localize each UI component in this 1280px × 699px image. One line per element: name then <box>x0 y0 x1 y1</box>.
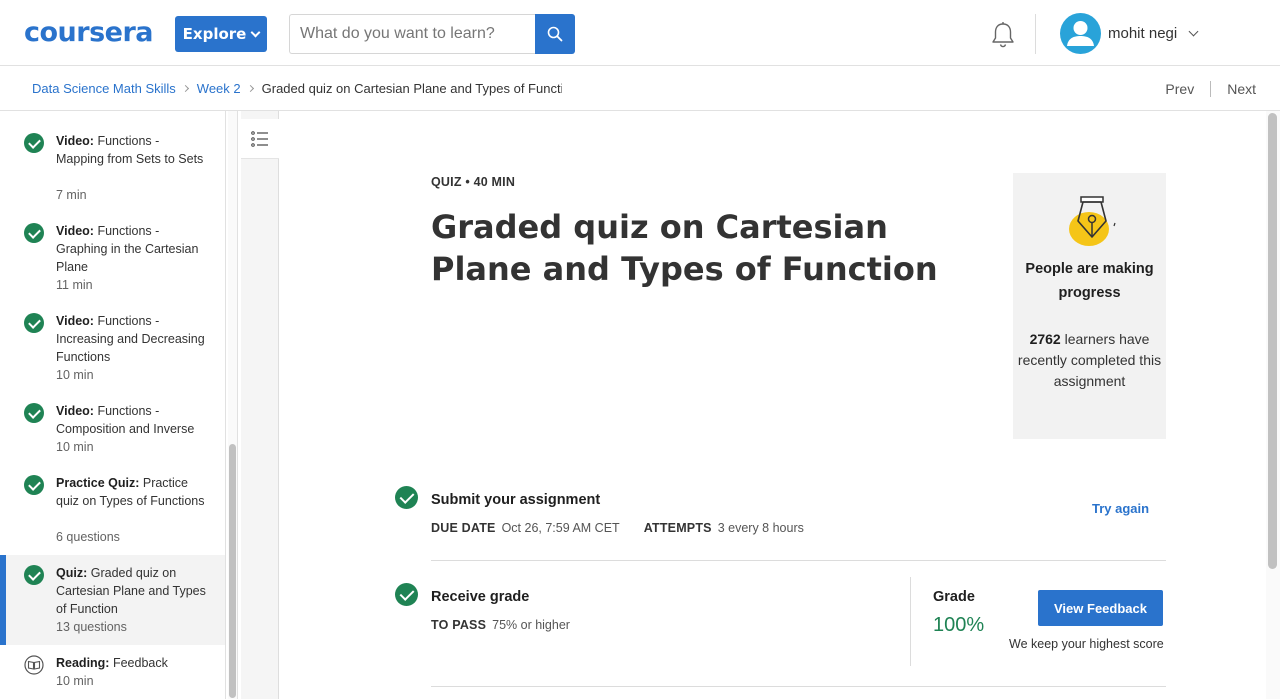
list-icon <box>251 130 268 147</box>
sidebar-item-reading-feedback[interactable]: Reading: Feedback 10 min <box>0 653 225 699</box>
submit-complete-check-icon <box>395 486 418 509</box>
completed-check-icon <box>24 313 44 333</box>
item-title: Feedback <box>112 656 168 670</box>
item-question-count: 13 questions <box>56 620 127 634</box>
list-item: Video: Functions - Graphing in the Carte… <box>56 222 206 276</box>
toggle-outline-button[interactable] <box>241 119 279 159</box>
item-duration: 11 min <box>56 278 93 292</box>
list-item: Quiz: Graded quiz on Cartesian Plane and… <box>56 564 206 618</box>
completed-check-icon <box>24 403 44 423</box>
item-duration: 7 min <box>56 188 87 202</box>
completed-check-icon <box>24 223 44 243</box>
pen-nib-icon <box>1069 196 1116 246</box>
vertical-divider <box>910 577 911 666</box>
grade-value: 100% <box>933 614 985 636</box>
sidebar-item-video-graphing[interactable]: Video: Functions - Graphing in the Carte… <box>0 221 225 311</box>
top-header: coursera Explore mohit negi <box>0 0 1280 66</box>
item-duration: 10 min <box>56 368 94 382</box>
pass-details: TO PASS 75% or higher <box>431 618 570 632</box>
notification-bell-icon[interactable] <box>990 21 1016 49</box>
search-bar <box>289 14 575 54</box>
coursera-logo[interactable]: coursera <box>24 18 154 48</box>
user-icon <box>1067 20 1094 46</box>
item-type: Video: <box>56 134 94 148</box>
book-icon <box>24 655 44 675</box>
avatar <box>1060 12 1101 54</box>
breadcrumb-course[interactable]: Data Science Math Skills <box>32 81 176 96</box>
progress-card: People are making progress 2762 learners… <box>1013 173 1166 439</box>
due-date-value: Oct 26, 7:59 AM CET <box>501 521 620 535</box>
course-sidebar: Video: Functions - Mapping from Sets to … <box>0 111 226 699</box>
to-pass-value: 75% or higher <box>492 618 570 632</box>
submit-assignment-title: Submit your assignment <box>431 492 601 508</box>
try-again-link[interactable]: Try again <box>1092 501 1149 516</box>
sidebar-scrollbar-thumb[interactable] <box>229 444 236 698</box>
search-icon <box>547 26 563 42</box>
item-type: Video: <box>56 404 94 418</box>
breadcrumb-week[interactable]: Week 2 <box>197 81 241 96</box>
item-question-count: 6 questions <box>56 530 120 544</box>
item-type: Video: <box>56 314 94 328</box>
main-scrollbar-thumb[interactable] <box>1268 113 1277 569</box>
breadcrumb-bar: Data Science Math Skills Week 2 Graded q… <box>0 66 1280 111</box>
chevron-right-icon <box>181 84 189 93</box>
progress-heading: People are making progress <box>1025 261 1154 301</box>
list-item: Video: Functions - Increasing and Decrea… <box>56 312 206 366</box>
item-duration: 10 min <box>56 674 94 688</box>
progress-text: 2762 learners have recently completed th… <box>1013 329 1166 392</box>
item-type: Reading: <box>56 656 110 670</box>
completed-check-icon <box>24 565 44 585</box>
header-divider <box>1035 14 1036 54</box>
view-feedback-button[interactable]: View Feedback <box>1038 590 1163 626</box>
submit-details: DUE DATE Oct 26, 7:59 AM CET ATTEMPTS 3 … <box>431 521 804 535</box>
breadcrumb: Data Science Math Skills Week 2 Graded q… <box>32 66 562 111</box>
list-item: Practice Quiz: Practice quiz on Types of… <box>56 474 206 510</box>
sidebar-item-video-mapping[interactable]: Video: Functions - Mapping from Sets to … <box>0 131 225 221</box>
sidebar-item-practice-quiz[interactable]: Practice Quiz: Practice quiz on Types of… <box>0 473 225 555</box>
to-pass-label: TO PASS <box>431 618 487 632</box>
divider <box>431 686 1166 687</box>
sidebar-toggle-column <box>241 111 279 699</box>
user-name: mohit negi <box>1108 24 1178 42</box>
breadcrumb-current: Graded quiz on Cartesian Plane and Types… <box>261 81 562 96</box>
sidebar-item-video-increasing[interactable]: Video: Functions - Increasing and Decrea… <box>0 311 225 401</box>
list-item: Video: Functions - Composition and Inver… <box>56 402 206 438</box>
search-button[interactable] <box>535 14 575 54</box>
quiz-meta: QUIZ • 40 MIN <box>431 175 516 189</box>
grade-label: Grade <box>933 589 975 605</box>
due-date-label: DUE DATE <box>431 521 496 535</box>
highest-score-note: We keep your highest score <box>1009 637 1164 651</box>
explore-label: Explore <box>182 25 247 43</box>
user-menu[interactable]: mohit negi <box>1060 12 1199 54</box>
sidebar-item-graded-quiz[interactable]: Quiz: Graded quiz on Cartesian Plane and… <box>0 555 225 645</box>
prev-button[interactable]: Prev <box>1165 81 1194 97</box>
prev-next-nav: Prev Next <box>1165 66 1256 111</box>
chevron-down-icon <box>1188 26 1199 36</box>
completed-check-icon <box>24 133 44 153</box>
page-title: Graded quiz on Cartesian Plane and Types… <box>431 208 938 288</box>
item-type: Video: <box>56 224 94 238</box>
item-type: Quiz: <box>56 566 88 580</box>
completed-check-icon <box>24 475 44 495</box>
item-duration: 10 min <box>56 440 94 454</box>
nav-divider <box>1210 80 1212 97</box>
list-item: Video: Functions - Mapping from Sets to … <box>56 132 206 168</box>
item-type: Practice Quiz: <box>56 476 140 490</box>
chevron-right-icon <box>246 84 254 93</box>
chevron-down-icon <box>250 27 261 37</box>
sidebar-item-video-composition[interactable]: Video: Functions - Composition and Inver… <box>0 401 225 473</box>
list-item: Reading: Feedback <box>56 654 206 672</box>
receive-grade-title: Receive grade <box>431 589 530 605</box>
attempts-value: 3 every 8 hours <box>717 521 804 535</box>
search-input[interactable] <box>289 14 535 54</box>
learner-count: 2762 <box>1029 331 1061 347</box>
next-button[interactable]: Next <box>1227 81 1256 97</box>
divider <box>431 560 1166 561</box>
explore-button[interactable]: Explore <box>175 16 267 52</box>
grade-complete-check-icon <box>395 583 418 606</box>
attempts-label: ATTEMPTS <box>643 521 712 535</box>
